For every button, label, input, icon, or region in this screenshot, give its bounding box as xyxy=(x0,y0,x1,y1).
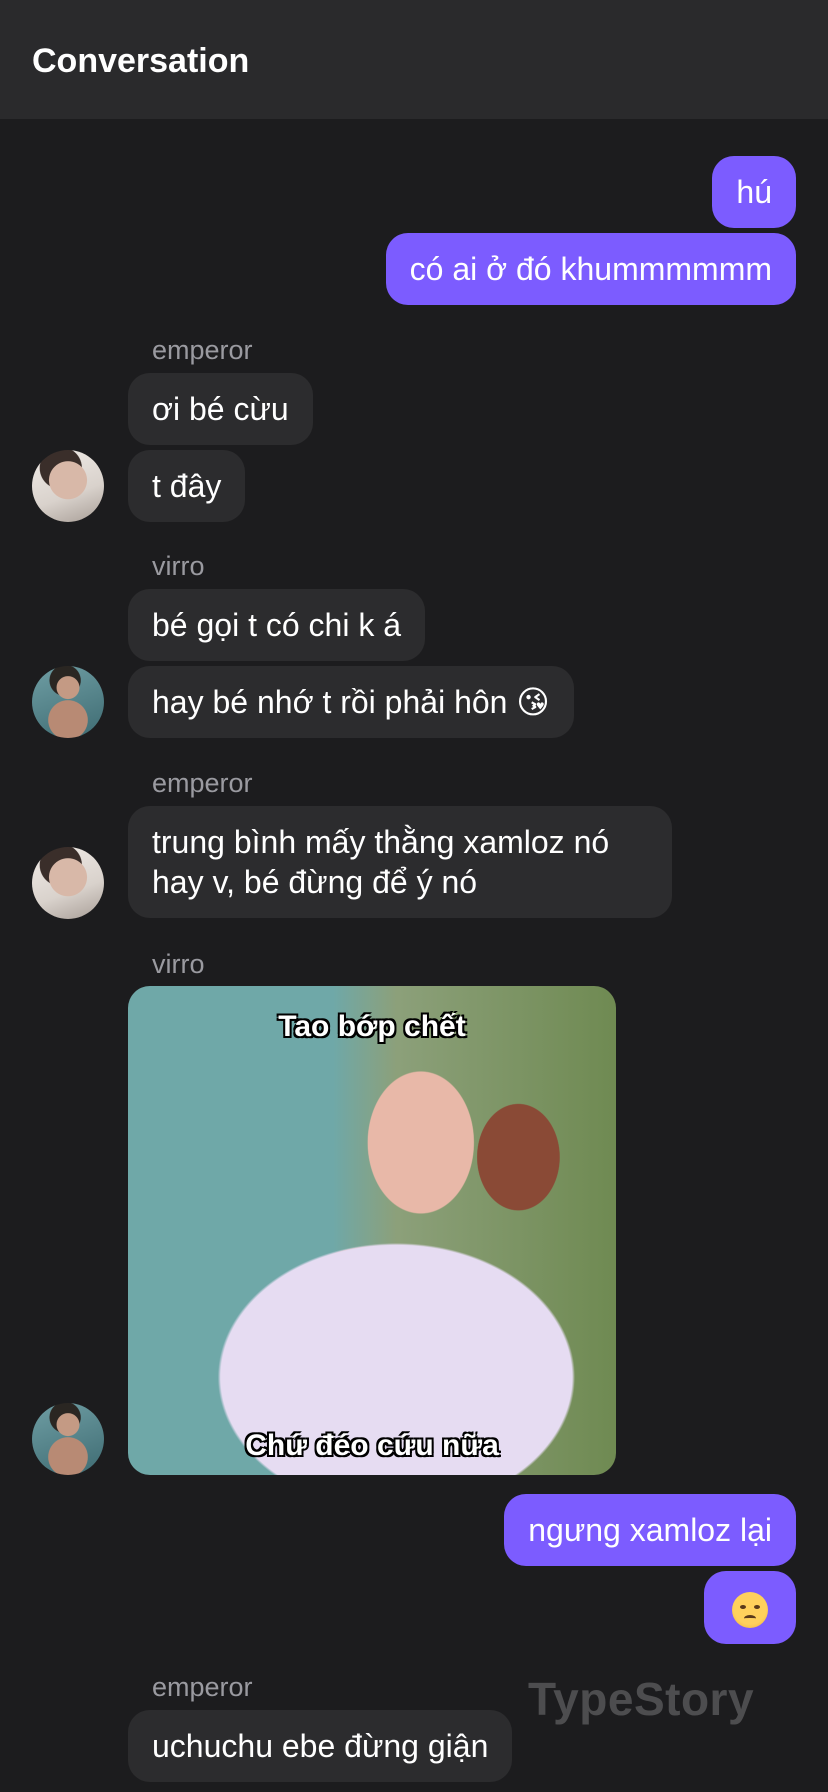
sender-name: virro xyxy=(152,949,205,979)
typestory-watermark: TypeStory xyxy=(528,1673,755,1725)
outgoing-emoji-message[interactable] xyxy=(704,1571,796,1644)
avatar-emperor[interactable] xyxy=(32,450,104,522)
outgoing-message[interactable]: hú xyxy=(712,156,796,228)
incoming-message[interactable]: ơi bé cừu xyxy=(128,373,313,445)
avatar-emperor[interactable] xyxy=(32,847,104,919)
avatar-virro[interactable] xyxy=(32,666,104,738)
incoming-message[interactable]: uchuchu ebe đừng giận xyxy=(128,1710,513,1782)
angry-face-icon xyxy=(732,1591,768,1628)
incoming-message[interactable]: t đây xyxy=(128,450,246,522)
sender-name: emperor xyxy=(152,335,253,365)
sender-name: emperor xyxy=(152,768,253,798)
incoming-message[interactable]: hay bé nhớ t rồi phải hôn 😘 xyxy=(128,666,574,738)
outgoing-message[interactable]: ngưng xamloz lại xyxy=(504,1494,796,1566)
message-list[interactable]: hú có ai ở đó khummmmmm emperor ơi bé cừ… xyxy=(0,119,828,1792)
sender-name: virro xyxy=(152,551,205,581)
meme-caption-top: Tao bớp chết xyxy=(278,1010,466,1043)
sender-name: emperor xyxy=(152,1672,253,1702)
incoming-message[interactable]: trung bình mấy thằng xamloz nó hay v, bé… xyxy=(128,806,672,918)
outgoing-message[interactable]: có ai ở đó khummmmmm xyxy=(385,233,796,305)
avatar-virro[interactable] xyxy=(32,1403,104,1475)
meme-caption-bottom: Chứ đéo cứu nữa xyxy=(245,1429,499,1462)
incoming-message[interactable]: bé gọi t có chi k á xyxy=(128,589,426,661)
meme-image-message[interactable]: Tao bớp chết Chứ đéo cứu nữa xyxy=(128,986,616,1475)
conversation-title: Conversation xyxy=(32,42,250,80)
header-bar: Conversation xyxy=(0,0,828,119)
